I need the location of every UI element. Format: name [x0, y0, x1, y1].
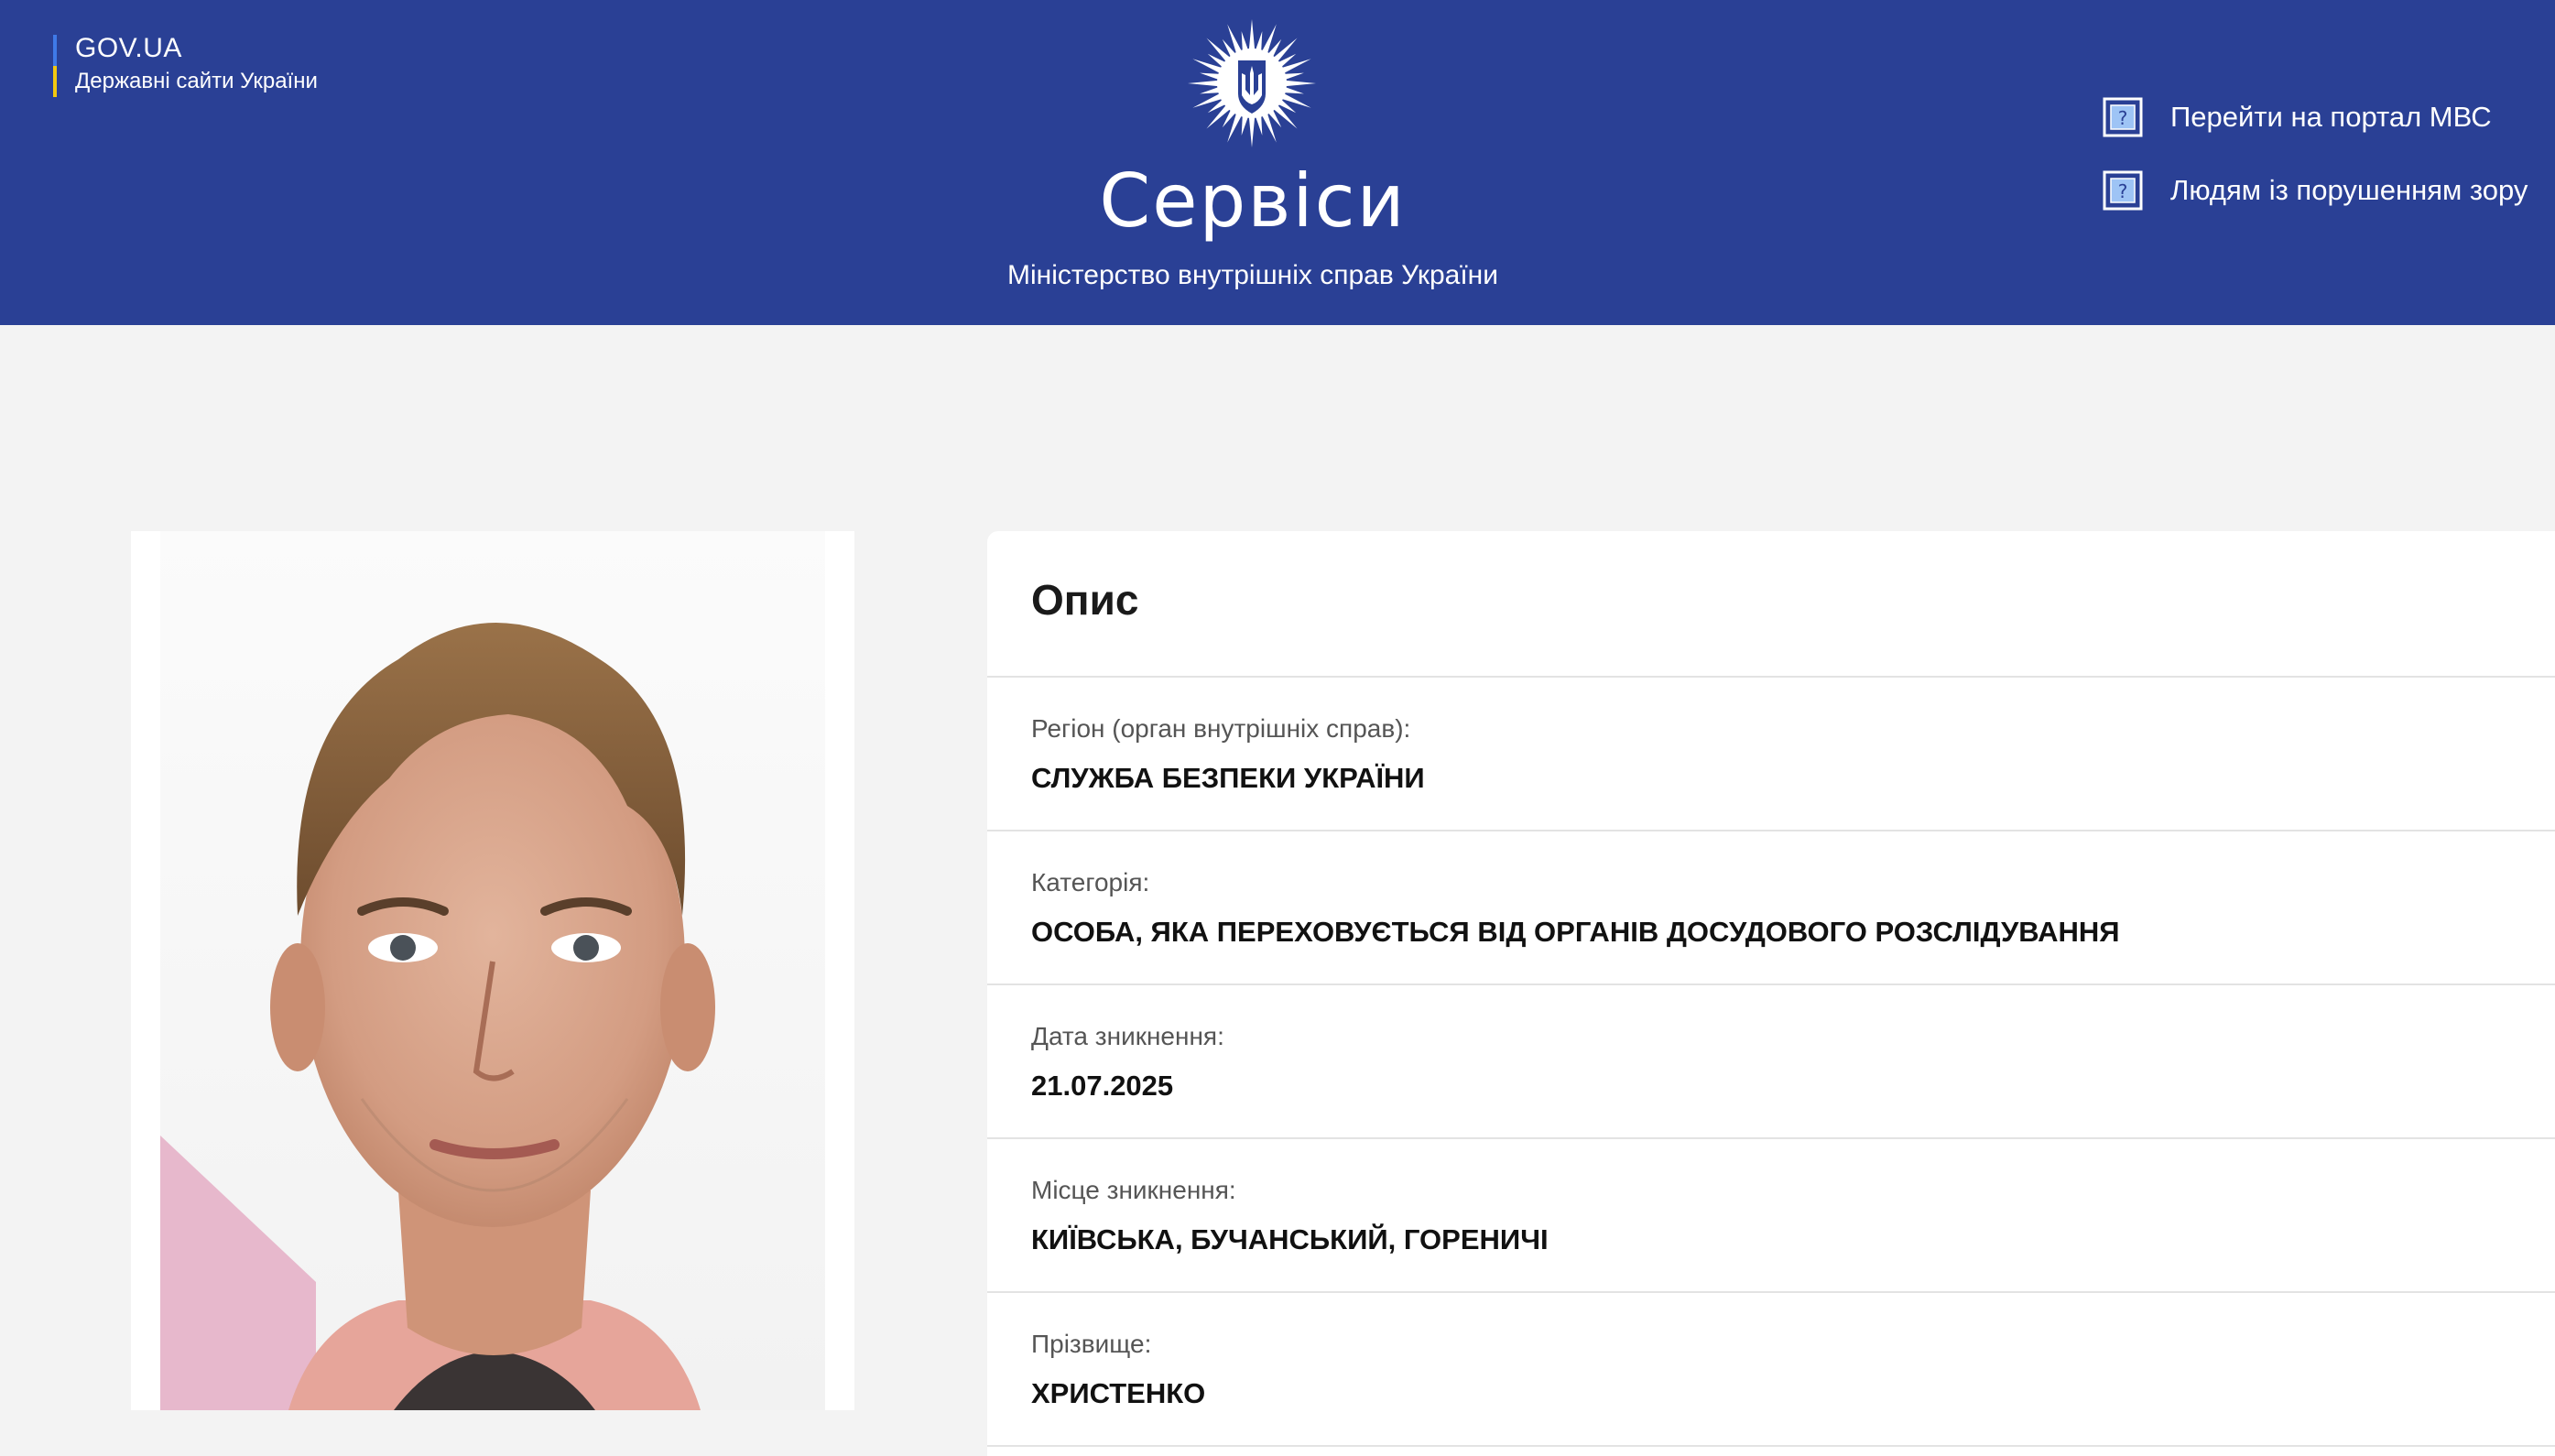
field-place: Місце зникнення: КИЇВСЬКА, БУЧАНСЬКИЙ, Г… [987, 1139, 2555, 1293]
emblem-ray [1200, 72, 1221, 81]
emblem-ray [1248, 115, 1256, 147]
field-region: Регіон (орган внутрішніх справ): СЛУЖБА … [987, 678, 2555, 831]
emblem-ray [1188, 80, 1220, 87]
mvs-portal-link[interactable]: ? Перейти на портал МВС [2103, 97, 2555, 137]
photo-frame [131, 531, 854, 1410]
emblem-ray [1241, 114, 1249, 136]
field-date: Дата зникнення: 21.07.2025 [987, 985, 2555, 1139]
field-label: Прізвище: [1031, 1330, 1152, 1358]
field-value: КИЇВСЬКА, БУЧАНСЬКИЙ, ГОРЕНИЧІ [1031, 1223, 1549, 1255]
police-star-trident-emblem-icon[interactable] [1187, 18, 1317, 148]
emblem-ray [1200, 86, 1221, 94]
emblem-ray [1283, 72, 1304, 81]
emblem-ray [1273, 38, 1298, 62]
accessibility-link-label: Людям із порушенням зору [2170, 174, 2528, 206]
help-square-icon: ? [2103, 97, 2143, 137]
description-card: Опис Регіон (орган внутрішніх справ): СЛ… [987, 531, 2555, 1456]
field-category: Категорія: ОСОБА, ЯКА ПЕРЕХОВУЄТЬСЯ ВІД … [987, 831, 2555, 985]
govua-subtitle: Державні сайти України [75, 69, 318, 93]
emblem-ray [1206, 104, 1231, 129]
field-value: 21.07.2025 [1031, 1070, 1174, 1102]
field-value: ОСОБА, ЯКА ПЕРЕХОВУЄТЬСЯ ВІД ОРГАНІВ ДОС… [1031, 916, 2120, 948]
site-header: GOV.UA Державні сайти України Сервіси Мі… [0, 0, 2555, 325]
svg-text:?: ? [2118, 180, 2128, 202]
mvs-portal-link-label: Перейти на портал МВС [2170, 101, 2492, 133]
field-value: СЛУЖБА БЕЗПЕКИ УКРАЇНИ [1031, 762, 1425, 794]
svg-text:?: ? [2118, 107, 2128, 129]
field-surname: Прізвище: ХРИСТЕНКО [987, 1293, 2555, 1447]
govua-link[interactable]: GOV.UA Державні сайти України [53, 31, 318, 97]
emblem-ray [1255, 114, 1263, 136]
emblem-ray [1241, 31, 1249, 52]
header-links: ? Перейти на портал МВС ? Людям із поруш… [2103, 97, 2555, 244]
emblem-ray [1206, 38, 1231, 62]
emblem-ray [1284, 80, 1316, 87]
field-label: Регіон (орган внутрішніх справ): [1031, 714, 1411, 743]
emblem-ray [1248, 19, 1256, 51]
emblem-ray [1273, 104, 1298, 129]
help-square-icon: ? [2103, 170, 2143, 211]
field-value: ХРИСТЕНКО [1031, 1377, 1206, 1409]
site-subtitle: Міністерство внутрішніх справ України [1006, 260, 1498, 290]
field-label: Місце зникнення: [1031, 1176, 1236, 1204]
govua-title: GOV.UA [75, 33, 182, 63]
person-portrait-photo [160, 531, 825, 1410]
field-label: Категорія: [1031, 868, 1150, 896]
ukraine-flag-bar-icon [53, 35, 57, 97]
field-label: Дата зникнення: [1031, 1022, 1224, 1050]
emblem-ray [1255, 31, 1263, 52]
accessibility-link[interactable]: ? Людям із порушенням зору [2103, 170, 2555, 211]
emblem-ray [1283, 86, 1304, 94]
card-title: Опис [987, 531, 2555, 678]
